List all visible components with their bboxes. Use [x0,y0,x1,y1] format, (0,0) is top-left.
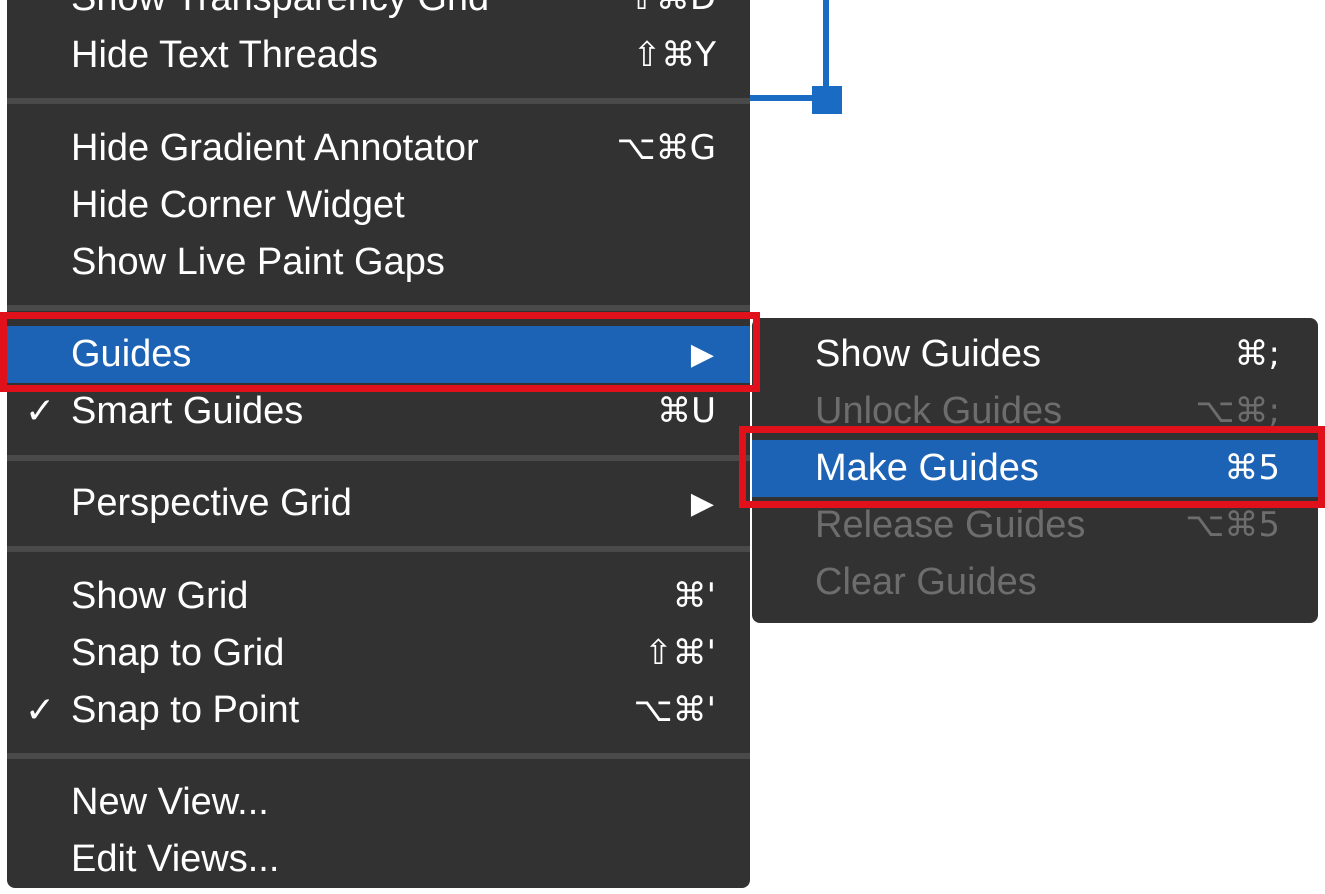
menu-item-label: Snap to Point [71,689,300,731]
menu-item-show-grid[interactable]: Show Grid ⌘' [7,568,750,625]
submenu-item-clear-guides: Clear Guides [752,554,1318,611]
menu-item-label: Show Grid [71,575,249,617]
menu-item-show-transparency-grid-partial[interactable]: Show Transparency Grid [71,0,489,27]
menu-item-shortcut: ⇧⌘Y [632,35,716,75]
menu-item-hide-text-threads[interactable]: Hide Text Threads ⇧⌘Y [7,27,750,84]
menu-separator [7,455,750,461]
menu-item-label: Hide Text Threads [71,34,378,76]
menu-item-label: New View... [71,781,269,823]
menu-item-shortcut: ⌘' [672,576,716,616]
menu-item-label: Show Guides [815,333,1042,375]
menu-item-show-live-paint-gaps[interactable]: Show Live Paint Gaps [7,234,750,291]
menu-item-label: Clear Guides [815,561,1037,603]
menu-separator [7,98,750,104]
callout-box-make-guides [739,426,1325,508]
menu-item-perspective-grid[interactable]: Perspective Grid ▶ [7,475,750,532]
menu-item-label: Perspective Grid [71,482,352,524]
menu-item-label: Show Live Paint Gaps [71,241,445,283]
menu-item-shortcut: ⌥⌘' [633,690,716,730]
artwork-path-vertical [823,0,829,100]
view-menu: Show Transparency Grid ⇧⌘D Hide Text Thr… [7,0,750,888]
submenu-arrow-icon: ▶ [690,486,714,521]
menu-item-label: Hide Gradient Annotator [71,127,479,169]
shortcut-show-transparency-grid: ⇧⌘D [627,0,716,27]
menu-item-label: Snap to Grid [71,632,285,674]
submenu-item-show-guides[interactable]: Show Guides ⌘; [752,326,1318,383]
menu-separator [7,546,750,552]
callout-box-guides [0,312,760,392]
anchor-point-handle[interactable] [812,86,842,114]
menu-item-new-view[interactable]: New View... [7,774,750,831]
menu-item-shortcut: ⇧⌘' [644,633,716,673]
screenshot-stage: Show Transparency Grid ⇧⌘D Hide Text Thr… [0,0,1325,894]
menu-item-shortcut: ⌥⌘G [616,128,716,168]
checkmark-icon: ✓ [25,690,56,731]
menu-item-hide-corner-widget[interactable]: Hide Corner Widget [7,177,750,234]
menu-item-label: Hide Corner Widget [71,184,405,226]
menu-separator [7,753,750,759]
menu-item-shortcut: ⌘; [1234,334,1280,374]
menu-item-label: Edit Views... [71,838,280,880]
menu-item-snap-to-grid[interactable]: Snap to Grid ⇧⌘' [7,625,750,682]
menu-separator [7,305,750,311]
menu-item-edit-views[interactable]: Edit Views... [7,831,750,888]
menu-item-hide-gradient-annotator[interactable]: Hide Gradient Annotator ⌥⌘G [7,120,750,177]
menu-item-snap-to-point[interactable]: ✓ Snap to Point ⌥⌘' [7,682,750,739]
